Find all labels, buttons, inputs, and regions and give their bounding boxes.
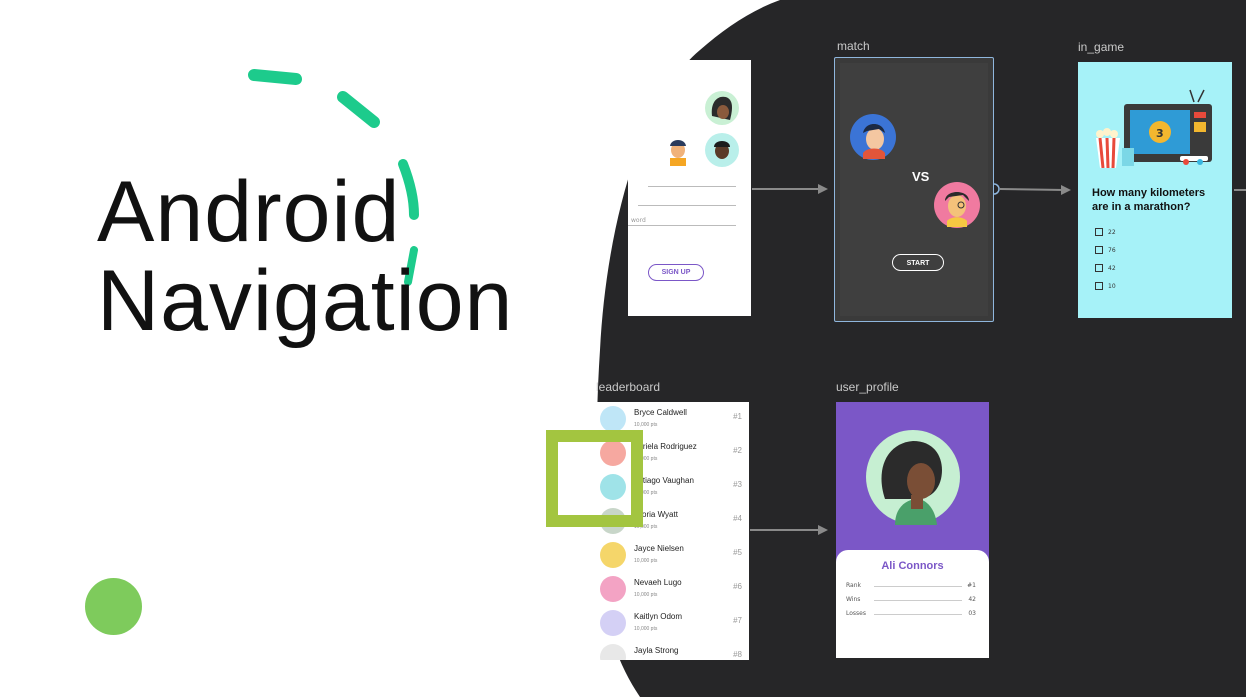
sign-up-button[interactable]: SIGN UP xyxy=(648,264,704,281)
svg-text:3: 3 xyxy=(1156,127,1164,140)
username-field[interactable] xyxy=(648,186,736,187)
stat-value: #1 xyxy=(967,582,976,589)
stat-rank: Rank #1 xyxy=(846,582,976,589)
player-points: 10,000 pts xyxy=(634,422,658,428)
avatar-icon xyxy=(600,406,626,432)
player-rank: #8 xyxy=(733,650,742,659)
stat-label: Rank xyxy=(846,582,861,589)
checkbox-icon xyxy=(1095,264,1103,272)
signup-screen[interactable]: word SIGN UP xyxy=(628,60,751,316)
answer-option-label: 76 xyxy=(1108,246,1116,254)
password-placeholder: word xyxy=(631,217,646,224)
answer-option-label: 22 xyxy=(1108,228,1116,236)
answer-option-label: 10 xyxy=(1108,282,1116,290)
player-name: Kaitlyn Odom xyxy=(634,612,683,621)
avatar-icon xyxy=(600,610,626,636)
avatar-icon xyxy=(600,576,626,602)
player-points: 10,000 pts xyxy=(634,626,658,632)
checkbox-icon xyxy=(1095,228,1103,236)
in-game-screen[interactable]: 3 How many kilometers are in a marathon?… xyxy=(1078,62,1232,318)
label-match: match xyxy=(837,39,870,53)
player-name: abriela Rodriguez xyxy=(634,442,697,451)
player-rank: #7 xyxy=(733,616,742,625)
answer-option-4[interactable]: 10 xyxy=(1095,282,1116,290)
player-name: Nevaeh Lugo xyxy=(634,578,682,587)
checkbox-icon xyxy=(1095,246,1103,254)
tv-popcorn-illustration-icon: 3 xyxy=(1096,89,1212,168)
match-screen[interactable]: VS START xyxy=(834,57,994,322)
password-field[interactable] xyxy=(628,225,736,226)
stat-value: 03 xyxy=(968,610,976,617)
label-in-game: in_game xyxy=(1078,40,1125,54)
leaderboard-row[interactable]: Jayce Nielsen 10,000 pts #5 xyxy=(596,538,749,572)
highlight-box xyxy=(546,430,643,527)
avatar-person-icon xyxy=(705,133,739,167)
profile-card: Ali Connors Rank #1 Wins 42 Losses 03 xyxy=(836,550,989,658)
player-name: Bryce Caldwell xyxy=(634,408,687,417)
profile-avatar-icon xyxy=(866,430,960,525)
title-line-2: Navigation xyxy=(97,253,514,349)
user-profile-screen[interactable]: Ali Connors Rank #1 Wins 42 Losses 03 xyxy=(836,402,989,658)
quiz-question: How many kilometers are in a marathon? xyxy=(1092,187,1206,213)
player-one-avatar-icon xyxy=(850,114,896,160)
answer-option-3[interactable]: 42 xyxy=(1095,264,1116,272)
leaderboard-row[interactable]: Jayla Strong #8 xyxy=(596,640,749,660)
avatar-icon xyxy=(600,542,626,568)
answer-option-label: 42 xyxy=(1108,264,1116,272)
player-name: Jayce Nielsen xyxy=(634,544,684,553)
leaderboard-row[interactable]: Kaitlyn Odom 10,000 pts #7 xyxy=(596,606,749,640)
player-rank: #5 xyxy=(733,548,742,557)
leaderboard-row[interactable]: Nevaeh Lugo 10,000 pts #6 xyxy=(596,572,749,606)
slide-title: Android Navigation xyxy=(97,168,513,346)
player-points: 10,000 pts xyxy=(634,592,658,598)
player-rank: #2 xyxy=(733,446,742,455)
match-screen-body: VS START xyxy=(840,63,988,316)
stat-label: Losses xyxy=(846,610,866,617)
player-points: 10,000 pts xyxy=(634,558,658,564)
player-rank: #1 xyxy=(733,412,742,421)
profile-header xyxy=(836,402,989,567)
answer-option-1[interactable]: 22 xyxy=(1095,228,1116,236)
player-rank: #3 xyxy=(733,480,742,489)
label-leaderboard: leaderboard xyxy=(596,380,661,394)
versus-label: VS xyxy=(912,169,930,184)
avatar-man-icon xyxy=(662,133,694,166)
stat-value: 42 xyxy=(968,596,976,603)
decorative-green-dot xyxy=(85,578,142,635)
avatar-icon xyxy=(600,644,626,660)
label-user-profile: user_profile xyxy=(836,380,899,394)
player-rank: #4 xyxy=(733,514,742,523)
stat-losses: Losses 03 xyxy=(846,610,976,617)
player-rank: #6 xyxy=(733,582,742,591)
profile-name: Ali Connors xyxy=(881,560,944,572)
player-name: Jayla Strong xyxy=(634,646,679,655)
stat-wins: Wins 42 xyxy=(846,596,976,603)
email-field[interactable] xyxy=(638,205,736,206)
title-line-1: Android xyxy=(97,164,401,260)
stat-label: Wins xyxy=(846,596,861,603)
start-button[interactable]: START xyxy=(892,254,944,271)
checkbox-icon xyxy=(1095,282,1103,290)
avatar-woman-icon xyxy=(705,91,739,125)
answer-option-2[interactable]: 76 xyxy=(1095,246,1116,254)
player-two-avatar-icon xyxy=(934,182,980,228)
